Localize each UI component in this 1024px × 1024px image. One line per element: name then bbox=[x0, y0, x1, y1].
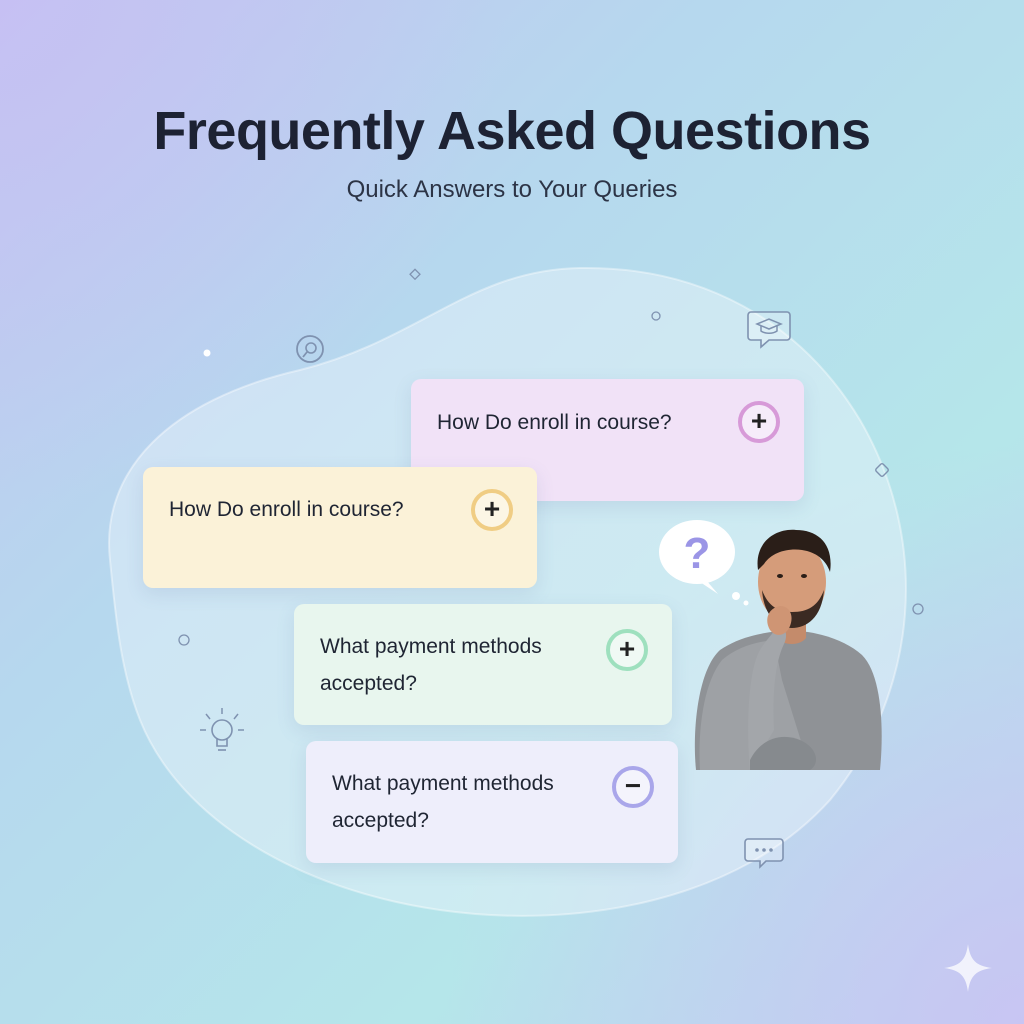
faq-item[interactable]: How Do enroll in course? + bbox=[143, 467, 537, 588]
diamond-icon bbox=[875, 463, 889, 477]
plus-icon: + bbox=[750, 405, 768, 436]
chat-dots-icon bbox=[744, 838, 784, 869]
collapse-toggle-button[interactable]: − bbox=[612, 766, 654, 808]
plus-icon: + bbox=[483, 492, 501, 524]
diamond-icon bbox=[409, 268, 421, 281]
plus-icon: + bbox=[618, 632, 636, 664]
faq-question: What payment methods accepted? bbox=[332, 772, 554, 832]
small-circle-icon bbox=[651, 311, 661, 321]
faq-question: How Do enroll in course? bbox=[437, 410, 672, 434]
faq-item[interactable]: What payment methods accepted? + bbox=[294, 604, 672, 725]
page-subtitle: Quick Answers to Your Queries bbox=[346, 176, 678, 203]
dot-icon bbox=[203, 349, 211, 357]
page-title: Frequently Asked Questions bbox=[153, 101, 871, 161]
expand-toggle-button[interactable]: + bbox=[471, 488, 513, 531]
thinking-person-illustration bbox=[694, 529, 882, 770]
small-circle-icon bbox=[912, 603, 924, 615]
minus-icon: − bbox=[624, 770, 642, 801]
faq-item[interactable]: What payment methods accepted? − bbox=[306, 741, 678, 863]
faq-question: How Do enroll in course? bbox=[169, 498, 404, 521]
expand-toggle-button[interactable]: + bbox=[606, 628, 648, 671]
small-circle-icon bbox=[178, 634, 190, 646]
faq-question: What payment methods accepted? bbox=[320, 634, 542, 695]
expand-toggle-button[interactable]: + bbox=[738, 401, 780, 443]
sparkle-icon bbox=[944, 944, 992, 992]
search-icon bbox=[296, 335, 324, 363]
lightbulb-icon bbox=[200, 708, 244, 751]
graduation-cap-chat-icon bbox=[747, 311, 791, 349]
